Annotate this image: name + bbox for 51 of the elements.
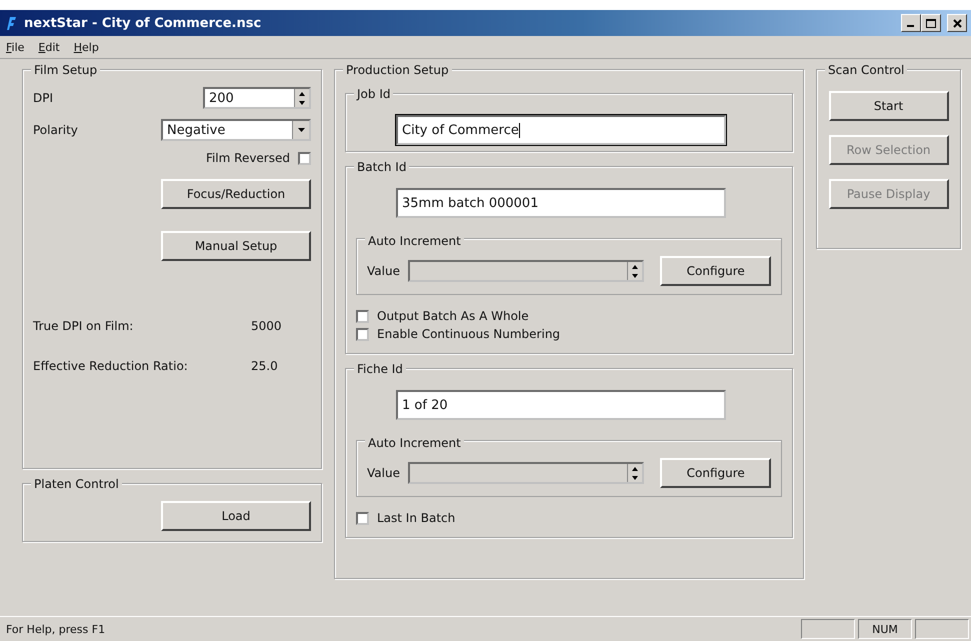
group-title: Job Id bbox=[354, 87, 394, 101]
id-field[interactable]: 35mm batch 000001 bbox=[396, 188, 726, 218]
maximize-icon bbox=[926, 18, 936, 28]
status-pane bbox=[801, 619, 855, 639]
group-title: Auto Increment bbox=[365, 436, 464, 450]
polarity-dropdown[interactable]: Negative bbox=[161, 119, 311, 141]
checkbox[interactable] bbox=[298, 152, 311, 164]
field-label: Polarity bbox=[33, 123, 79, 137]
field-label: Value bbox=[367, 264, 400, 278]
close-button[interactable] bbox=[947, 14, 967, 32]
readout-value: 25.0 bbox=[251, 359, 279, 373]
dropdown-arrow-icon[interactable] bbox=[298, 128, 304, 132]
id-field[interactable]: 1 of 20 bbox=[396, 390, 726, 420]
down-arrow-icon[interactable] bbox=[299, 100, 305, 104]
checkbox[interactable] bbox=[356, 512, 369, 524]
load-button[interactable]: Load bbox=[161, 501, 311, 531]
group-title: Fiche Id bbox=[354, 362, 406, 376]
group-title: Auto Increment bbox=[365, 234, 464, 248]
group-title: Production Setup bbox=[343, 63, 452, 77]
readout-value: 5000 bbox=[251, 319, 283, 333]
id-field[interactable]: City of Commerce bbox=[396, 115, 726, 145]
group-title: Platen Control bbox=[31, 477, 122, 491]
dpi-spin-field[interactable]: 200 bbox=[203, 87, 311, 109]
checkbox-label: Output Batch As A Whole bbox=[377, 309, 529, 323]
status-pane bbox=[915, 619, 969, 639]
group-title: Film Setup bbox=[31, 63, 100, 77]
maximize-button[interactable] bbox=[921, 14, 941, 32]
readout-label: Effective Reduction Ratio: bbox=[33, 359, 189, 373]
status-text: For Help, press F1 bbox=[5, 622, 106, 636]
num-lock-indicator: NUM bbox=[858, 619, 912, 639]
menu-item[interactable]: Help bbox=[74, 40, 99, 54]
checkbox[interactable] bbox=[356, 310, 369, 322]
checkbox-label: Last In Batch bbox=[377, 511, 456, 525]
group-title: Scan Control bbox=[825, 63, 908, 77]
scan-button[interactable]: Start bbox=[828, 91, 948, 121]
minimize-button[interactable] bbox=[901, 14, 921, 32]
window-title: nextStar - City of Commerce.nsc bbox=[24, 16, 262, 30]
setup-button[interactable]: Focus/Reduction bbox=[161, 179, 311, 209]
field-label: DPI bbox=[33, 91, 54, 105]
readout-label: True DPI on Film: bbox=[33, 319, 134, 333]
checkbox-label: Enable Continuous Numbering bbox=[377, 327, 560, 341]
up-arrow-icon[interactable] bbox=[299, 92, 305, 96]
close-icon bbox=[952, 18, 962, 28]
group-title: Batch Id bbox=[354, 160, 410, 174]
menu-item[interactable]: File bbox=[6, 40, 24, 54]
setup-button[interactable]: Manual Setup bbox=[161, 231, 311, 261]
checkbox-label: Film Reversed bbox=[206, 151, 290, 165]
checkbox[interactable] bbox=[356, 328, 369, 340]
menu-item[interactable]: Edit bbox=[38, 40, 60, 54]
field-label: Value bbox=[367, 466, 400, 480]
app-icon bbox=[4, 15, 18, 31]
